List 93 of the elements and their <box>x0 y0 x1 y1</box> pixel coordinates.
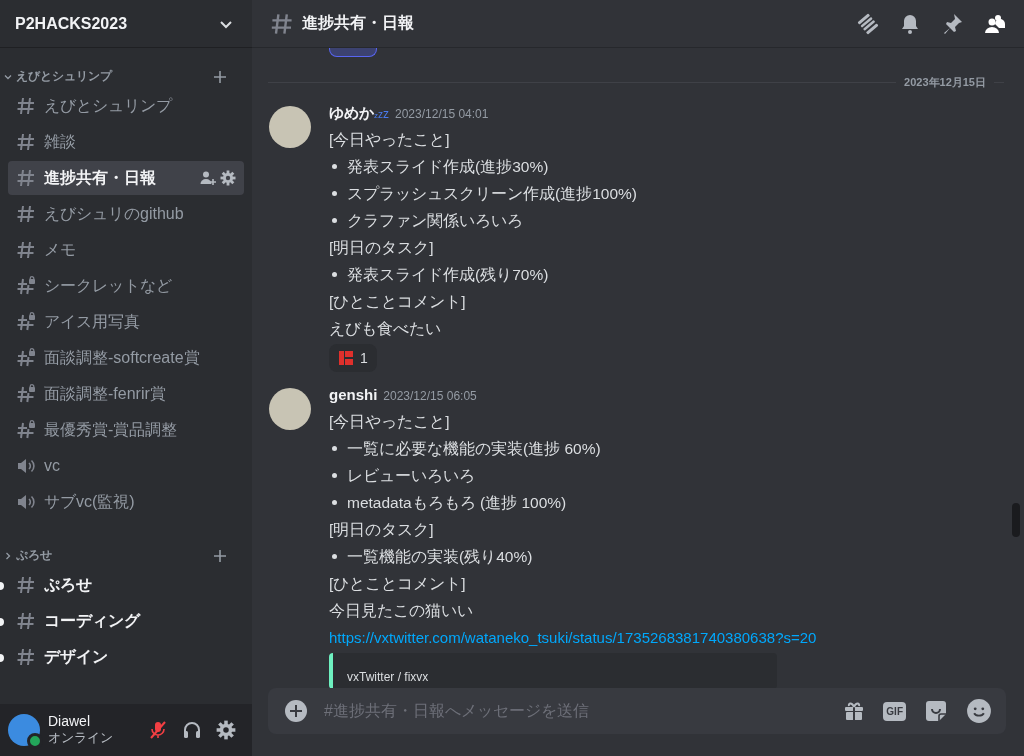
gift-icon[interactable] <box>843 700 866 722</box>
message-text: [ひとことコメント] <box>329 293 466 310</box>
bullet-icon <box>332 191 337 196</box>
hashtag-icon <box>16 204 36 224</box>
message-text: えびも食べたい <box>329 320 441 337</box>
locked-hashtag-icon <box>16 312 36 332</box>
muted-microphone-icon[interactable] <box>148 720 168 740</box>
invite-icon[interactable] <box>200 170 216 186</box>
channel-item[interactable]: サブvc(監視) <box>8 485 244 519</box>
category-name[interactable]: えびとシュリンプ <box>16 68 210 85</box>
channel-item[interactable]: えびとシュリンプ <box>8 89 244 123</box>
channel-item[interactable]: ぷろせ <box>8 568 244 602</box>
hashtag-icon <box>16 611 36 631</box>
channel-item[interactable]: 面談調整-softcreate賞 <box>8 341 244 375</box>
channel-item[interactable]: メモ <box>8 233 244 267</box>
user-status: オンライン <box>48 729 114 747</box>
settings-icon[interactable] <box>220 170 236 186</box>
bullet-icon <box>332 218 337 223</box>
message-text: 発表スライド作成(残り70%) <box>347 265 549 285</box>
emoji-icon[interactable] <box>966 698 992 724</box>
date-divider: 2023年12月15日 <box>904 75 986 90</box>
user-avatar[interactable] <box>269 106 311 148</box>
bullet-icon <box>332 446 337 451</box>
category-name[interactable]: ぷろせ <box>16 547 210 564</box>
timestamp: 2023/12/15 06:05 <box>383 389 477 403</box>
server-name: P2HACKS2023 <box>15 14 128 33</box>
message-text: [ひとことコメント] <box>329 575 466 592</box>
server-header[interactable]: P2HACKS2023 <box>0 0 252 48</box>
channel-item[interactable]: 面談調整-fenrir賞 <box>8 377 244 411</box>
message-text: 発表スライド作成(進捗30%) <box>347 157 549 177</box>
reaction-pill[interactable]: 1 <box>329 344 377 372</box>
add-channel-icon[interactable] <box>214 70 226 83</box>
settings-icon[interactable] <box>216 720 236 740</box>
message-link[interactable]: https://vxtwitter.com/wataneko_tsuki/status/1735268381740380638?s=20 <box>329 629 817 646</box>
bullet-icon <box>332 554 337 559</box>
hashtag-icon <box>16 96 36 116</box>
locked-hashtag-icon <box>16 348 36 368</box>
channel-item[interactable]: シークレットなど <box>8 269 244 303</box>
message-text: 今日見たこの猫いい <box>329 602 473 619</box>
hashtag-icon <box>16 132 36 152</box>
hashtag-icon <box>270 11 294 36</box>
bullet-icon <box>332 500 337 505</box>
bullet-icon <box>332 473 337 478</box>
message-text: 一覧に必要な機能の実装(進捗 60%) <box>347 439 601 459</box>
message-text: 一覧機能の実装(残り40%) <box>347 547 533 567</box>
message-text: スプラッシュスクリーン作成(進捗100%) <box>347 184 637 204</box>
threads-icon[interactable] <box>856 11 880 36</box>
emoji-icon <box>338 350 354 366</box>
channel-item[interactable]: デザイン <box>8 640 244 674</box>
speaker-icon <box>16 456 36 476</box>
message-text: [今日やったこと] <box>329 131 450 148</box>
author-name[interactable]: ゆめか <box>329 104 374 123</box>
add-channel-icon[interactable] <box>214 549 226 562</box>
bullet-icon <box>332 272 337 277</box>
channel-item[interactable]: vc <box>8 449 244 483</box>
message-text: metadataもろもろ (進捗 100%) <box>347 493 567 513</box>
scrollbar-thumb[interactable] <box>1012 503 1020 537</box>
user-avatar[interactable] <box>8 714 40 746</box>
timestamp: 2023/12/15 04:01 <box>395 107 489 121</box>
bullet-icon <box>332 164 337 169</box>
speaker-icon <box>16 492 36 512</box>
message-text: レビューいろいろ <box>347 466 475 486</box>
author-name[interactable]: genshi <box>329 386 378 403</box>
message-text: [今日やったこと] <box>329 413 450 430</box>
hashtag-icon <box>16 168 36 188</box>
online-status-dot <box>27 733 43 749</box>
username: Diawel <box>48 713 91 729</box>
channel-item[interactable]: 進捗共有・日報 <box>8 161 244 195</box>
hashtag-icon <box>16 647 36 667</box>
embed-provider: vxTwitter / fixvx <box>347 670 429 684</box>
message-text: [明日のタスク] <box>329 521 434 538</box>
message-text: クラファン関係いろいろ <box>347 211 523 231</box>
chevron-down-icon[interactable] <box>4 72 12 81</box>
channel-item[interactable]: コーディング <box>8 604 244 638</box>
hashtag-icon <box>16 240 36 260</box>
channel-item[interactable]: 最優秀賞-賞品調整 <box>8 413 244 447</box>
status-emoji: zzz <box>374 106 389 122</box>
locked-hashtag-icon <box>16 420 36 440</box>
channel-item[interactable]: アイス用写真 <box>8 305 244 339</box>
reaction-pill[interactable] <box>329 48 377 57</box>
hashtag-icon <box>16 575 36 595</box>
channel-title: 進捗共有・日報 <box>302 13 414 33</box>
locked-hashtag-icon <box>16 276 36 296</box>
user-avatar[interactable] <box>269 388 311 430</box>
gif-button[interactable]: GIF <box>883 701 906 721</box>
channel-item[interactable]: 雑談 <box>8 125 244 159</box>
message-text: [明日のタスク] <box>329 239 434 256</box>
headphones-icon[interactable] <box>182 720 202 740</box>
chevron-right-icon[interactable] <box>4 551 12 560</box>
locked-hashtag-icon <box>16 384 36 404</box>
add-icon[interactable] <box>284 699 308 723</box>
channel-item[interactable]: えびシュリのgithub <box>8 197 244 231</box>
sticker-icon[interactable] <box>924 699 948 723</box>
